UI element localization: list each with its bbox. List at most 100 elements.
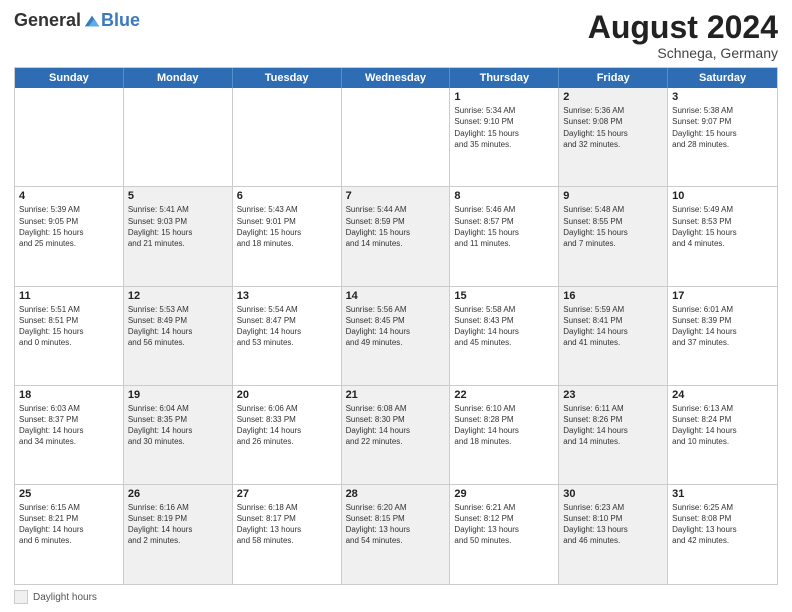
day-cell-4-6: 23 Sunrise: 6:11 AM Sunset: 8:26 PM Dayli… (559, 386, 668, 484)
day-detail: Sunrise: 6:06 AM Sunset: 8:33 PM Dayligh… (237, 403, 337, 448)
day-detail: Sunrise: 6:25 AM Sunset: 8:08 PM Dayligh… (672, 502, 773, 547)
day-cell-5-7: 31 Sunrise: 6:25 AM Sunset: 8:08 PM Dayli… (668, 485, 777, 584)
day-cell-5-4: 28Sunrise: 6:20 AM Sunset: 8:15 PM Dayli… (342, 485, 451, 584)
day-number: 14 (346, 290, 446, 302)
day-number: 11 (19, 290, 119, 302)
day-cell-2-4: 7 Sunrise: 5:44 AM Sunset: 8:59 PM Daylig… (342, 187, 451, 285)
day-cell-3-7: 17 Sunrise: 6:01 AM Sunset: 8:39 PM Dayli… (668, 287, 777, 385)
day-detail: Sunrise: 5:39 AM Sunset: 9:05 PM Dayligh… (19, 204, 119, 249)
day-number: 31 (672, 488, 773, 500)
day-detail: Sunrise: 6:13 AM Sunset: 8:24 PM Dayligh… (672, 403, 773, 448)
day-detail: Sunrise: 5:59 AM Sunset: 8:41 PM Dayligh… (563, 304, 663, 349)
day-cell-2-2: 5Sunrise: 5:41 AM Sunset: 9:03 PM Daylig… (124, 187, 233, 285)
title-block: August 2024 Schnega, Germany (588, 10, 778, 61)
header-tuesday: Tuesday (233, 68, 342, 88)
day-detail: Sunrise: 6:08 AM Sunset: 8:30 PM Dayligh… (346, 403, 446, 448)
day-number: 21 (346, 389, 446, 401)
day-cell-2-6: 9 Sunrise: 5:48 AM Sunset: 8:55 PM Daylig… (559, 187, 668, 285)
day-cell-3-4: 14 Sunrise: 5:56 AM Sunset: 8:45 PM Dayli… (342, 287, 451, 385)
day-detail: Sunrise: 6:16 AM Sunset: 8:19 PM Dayligh… (128, 502, 228, 547)
logo-text: General Blue (14, 10, 140, 31)
day-cell-3-6: 16 Sunrise: 5:59 AM Sunset: 8:41 PM Dayli… (559, 287, 668, 385)
day-detail: Sunrise: 6:20 AM Sunset: 8:15 PM Dayligh… (346, 502, 446, 547)
day-number: 12 (128, 290, 228, 302)
day-cell-2-1: 4 Sunrise: 5:39 AM Sunset: 9:05 PM Daylig… (15, 187, 124, 285)
day-cell-1-1 (15, 88, 124, 186)
footer: Daylight hours (14, 590, 778, 604)
day-cell-2-3: 6 Sunrise: 5:43 AM Sunset: 9:01 PM Daylig… (233, 187, 342, 285)
day-detail: Sunrise: 5:48 AM Sunset: 8:55 PM Dayligh… (563, 204, 663, 249)
logo: General Blue (14, 10, 140, 31)
day-number: 18 (19, 389, 119, 401)
day-cell-4-2: 19Sunrise: 6:04 AM Sunset: 8:35 PM Dayli… (124, 386, 233, 484)
day-detail: Sunrise: 5:56 AM Sunset: 8:45 PM Dayligh… (346, 304, 446, 349)
day-number: 23 (563, 389, 663, 401)
calendar: Sunday Monday Tuesday Wednesday Thursday… (14, 67, 778, 585)
day-number: 17 (672, 290, 773, 302)
month-year: August 2024 (588, 10, 778, 45)
week-4: 18Sunrise: 6:03 AM Sunset: 8:37 PM Dayli… (15, 386, 777, 485)
day-number: 22 (454, 389, 554, 401)
day-number: 1 (454, 91, 554, 103)
page: General Blue August 2024 Schnega, German… (0, 0, 792, 612)
daylight-legend-label: Daylight hours (33, 592, 97, 603)
day-number: 25 (19, 488, 119, 500)
day-detail: Sunrise: 5:51 AM Sunset: 8:51 PM Dayligh… (19, 304, 119, 349)
day-cell-1-4 (342, 88, 451, 186)
day-detail: Sunrise: 5:44 AM Sunset: 8:59 PM Dayligh… (346, 204, 446, 249)
day-number: 13 (237, 290, 337, 302)
day-cell-5-6: 30Sunrise: 6:23 AM Sunset: 8:10 PM Dayli… (559, 485, 668, 584)
day-detail: Sunrise: 6:23 AM Sunset: 8:10 PM Dayligh… (563, 502, 663, 547)
day-detail: Sunrise: 5:49 AM Sunset: 8:53 PM Dayligh… (672, 204, 773, 249)
day-cell-5-1: 25 Sunrise: 6:15 AM Sunset: 8:21 PM Dayli… (15, 485, 124, 584)
day-detail: Sunrise: 5:36 AM Sunset: 9:08 PM Dayligh… (563, 105, 663, 150)
day-number: 16 (563, 290, 663, 302)
day-detail: Sunrise: 6:15 AM Sunset: 8:21 PM Dayligh… (19, 502, 119, 547)
day-number: 10 (672, 190, 773, 202)
day-number: 2 (563, 91, 663, 103)
day-cell-3-1: 11 Sunrise: 5:51 AM Sunset: 8:51 PM Dayli… (15, 287, 124, 385)
day-number: 29 (454, 488, 554, 500)
day-cell-5-3: 27 Sunrise: 6:18 AM Sunset: 8:17 PM Dayli… (233, 485, 342, 584)
day-detail: Sunrise: 6:01 AM Sunset: 8:39 PM Dayligh… (672, 304, 773, 349)
day-cell-3-5: 15Sunrise: 5:58 AM Sunset: 8:43 PM Dayli… (450, 287, 559, 385)
day-detail: Sunrise: 6:10 AM Sunset: 8:28 PM Dayligh… (454, 403, 554, 448)
day-detail: Sunrise: 5:38 AM Sunset: 9:07 PM Dayligh… (672, 105, 773, 150)
day-detail: Sunrise: 5:43 AM Sunset: 9:01 PM Dayligh… (237, 204, 337, 249)
day-cell-2-5: 8 Sunrise: 5:46 AM Sunset: 8:57 PM Daylig… (450, 187, 559, 285)
day-cell-1-6: 2 Sunrise: 5:36 AM Sunset: 9:08 PM Daylig… (559, 88, 668, 186)
day-number: 15 (454, 290, 554, 302)
week-2: 4 Sunrise: 5:39 AM Sunset: 9:05 PM Daylig… (15, 187, 777, 286)
header-friday: Friday (559, 68, 668, 88)
day-cell-4-3: 20 Sunrise: 6:06 AM Sunset: 8:33 PM Dayli… (233, 386, 342, 484)
day-cell-4-1: 18Sunrise: 6:03 AM Sunset: 8:37 PM Dayli… (15, 386, 124, 484)
day-detail: Sunrise: 5:34 AM Sunset: 9:10 PM Dayligh… (454, 105, 554, 150)
day-detail: Sunrise: 5:46 AM Sunset: 8:57 PM Dayligh… (454, 204, 554, 249)
day-detail: Sunrise: 5:53 AM Sunset: 8:49 PM Dayligh… (128, 304, 228, 349)
day-number: 4 (19, 190, 119, 202)
day-cell-4-7: 24Sunrise: 6:13 AM Sunset: 8:24 PM Dayli… (668, 386, 777, 484)
week-1: 1 Sunrise: 5:34 AM Sunset: 9:10 PM Daylig… (15, 88, 777, 187)
day-number: 27 (237, 488, 337, 500)
day-number: 7 (346, 190, 446, 202)
day-number: 3 (672, 91, 773, 103)
day-number: 5 (128, 190, 228, 202)
day-number: 6 (237, 190, 337, 202)
day-cell-1-7: 3 Sunrise: 5:38 AM Sunset: 9:07 PM Daylig… (668, 88, 777, 186)
logo-icon (83, 12, 101, 30)
header-monday: Monday (124, 68, 233, 88)
day-detail: Sunrise: 6:04 AM Sunset: 8:35 PM Dayligh… (128, 403, 228, 448)
day-detail: Sunrise: 6:18 AM Sunset: 8:17 PM Dayligh… (237, 502, 337, 547)
day-cell-2-7: 10 Sunrise: 5:49 AM Sunset: 8:53 PM Dayli… (668, 187, 777, 285)
day-cell-4-4: 21 Sunrise: 6:08 AM Sunset: 8:30 PM Dayli… (342, 386, 451, 484)
day-number: 9 (563, 190, 663, 202)
header-thursday: Thursday (450, 68, 559, 88)
calendar-header: Sunday Monday Tuesday Wednesday Thursday… (15, 68, 777, 88)
logo-general: General (14, 10, 81, 31)
day-detail: Sunrise: 6:11 AM Sunset: 8:26 PM Dayligh… (563, 403, 663, 448)
day-number: 26 (128, 488, 228, 500)
day-cell-1-2 (124, 88, 233, 186)
day-number: 8 (454, 190, 554, 202)
day-cell-1-3 (233, 88, 342, 186)
day-number: 20 (237, 389, 337, 401)
